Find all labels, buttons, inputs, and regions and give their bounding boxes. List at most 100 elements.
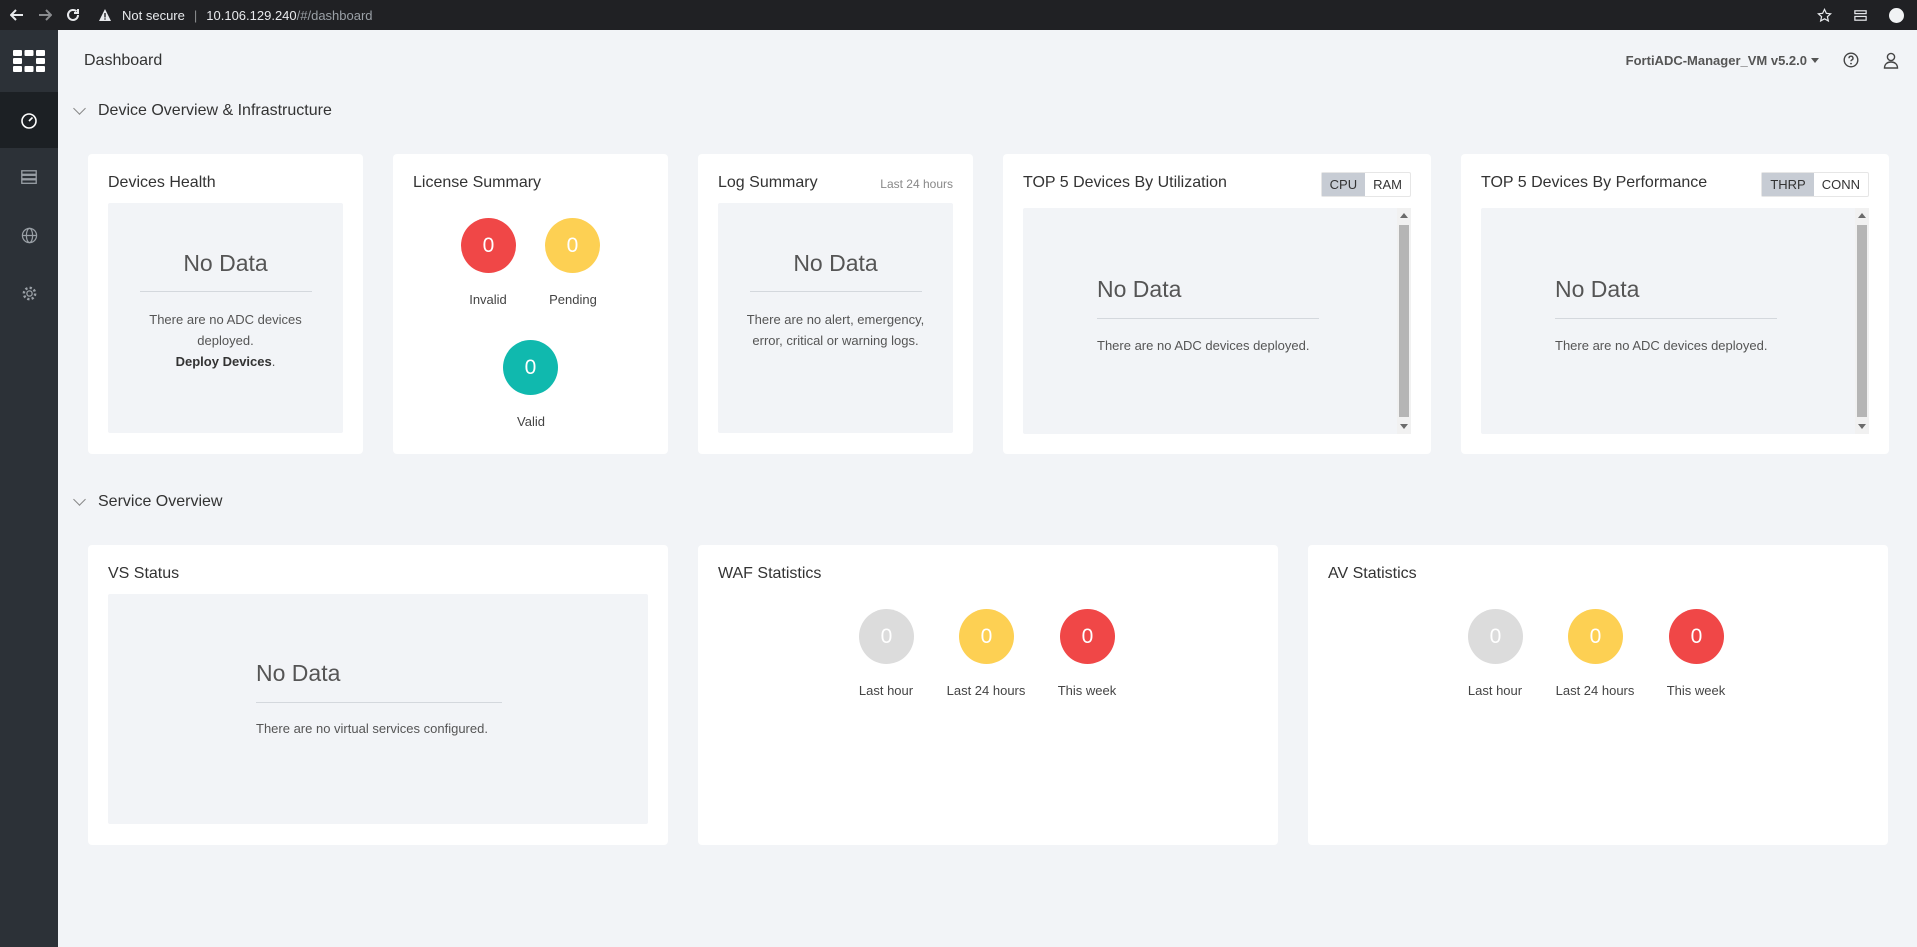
log-summary-card: Log Summary Last 24 hours No Data There … — [698, 154, 973, 454]
nodata-message: There are no ADC devices deployed. — [1555, 338, 1768, 353]
thrp-option[interactable]: THRP — [1762, 173, 1814, 196]
scrollbar[interactable] — [1397, 208, 1411, 434]
section-service-overview[interactable]: Service Overview — [73, 493, 223, 511]
cpu-ram-toggle: CPU RAM — [1320, 172, 1411, 197]
user-icon[interactable] — [1881, 50, 1901, 70]
nodata-message: There are no ADC devices deployed. Deplo… — [128, 309, 323, 372]
nodata-heading: No Data — [793, 250, 878, 276]
globe-icon — [21, 227, 37, 243]
url-path: /#/dashboard — [296, 7, 373, 23]
bookmark-star-icon[interactable] — [1813, 4, 1835, 26]
nodata-heading: No Data — [1555, 276, 1640, 302]
scroll-up-icon[interactable] — [1400, 213, 1408, 218]
reload-icon[interactable] — [62, 4, 84, 26]
page-title: Dashboard — [84, 52, 163, 69]
divider — [256, 702, 502, 703]
nodata-panel: No Data There are no ADC devices deploye… — [1481, 208, 1869, 434]
extension-icon[interactable] — [1849, 4, 1871, 26]
security-status: Not secure — [122, 7, 185, 23]
section-device-overview[interactable]: Device Overview & Infrastructure — [73, 102, 332, 120]
ram-option[interactable]: RAM — [1365, 173, 1410, 196]
address-bar[interactable]: Not secure | 10.106.129.240 /#/dashboard — [98, 4, 373, 26]
av-last-24h-circle[interactable]: 0 — [1568, 609, 1623, 664]
waf-this-week-circle[interactable]: 0 — [1060, 609, 1115, 664]
chevron-down-icon — [73, 102, 86, 115]
card-title: Log Summary — [718, 174, 818, 191]
address-separator: | — [193, 7, 198, 23]
devices-icon — [21, 170, 37, 184]
valid-count-circle[interactable]: 0 — [503, 340, 558, 395]
av-this-week-circle[interactable]: 0 — [1669, 609, 1724, 664]
waf-this-week-label: This week — [1057, 683, 1117, 698]
invalid-count-circle[interactable]: 0 — [461, 218, 516, 273]
top5-performance-card: TOP 5 Devices By Performance THRP CONN N… — [1461, 154, 1889, 454]
dashboard-icon — [21, 113, 37, 129]
chevron-down-icon — [1811, 58, 1819, 63]
av-last-hour-circle[interactable]: 0 — [1468, 609, 1523, 664]
left-nav-rail — [0, 30, 58, 947]
scroll-up-icon[interactable] — [1858, 213, 1866, 218]
nodata-heading: No Data — [256, 660, 341, 686]
nav-global[interactable] — [0, 207, 58, 263]
card-title: AV Statistics — [1328, 565, 1417, 582]
message-text: There are no ADC devices deployed. — [149, 312, 302, 348]
card-title: TOP 5 Devices By Performance — [1481, 174, 1708, 191]
top5-utilization-card: TOP 5 Devices By Utilization CPU RAM No … — [1003, 154, 1431, 454]
card-title: WAF Statistics — [718, 565, 822, 582]
card-title: Devices Health — [108, 174, 216, 191]
nav-devices[interactable] — [0, 149, 58, 205]
waf-last-hour-circle[interactable]: 0 — [859, 609, 914, 664]
device-selector-label: FortiADC-Manager_VM v5.2.0 — [1625, 53, 1807, 68]
av-statistics-card: AV Statistics 0 Last hour 0 Last 24 hour… — [1308, 545, 1888, 845]
browser-toolbar: Not secure | 10.106.129.240 /#/dashboard — [0, 0, 1917, 30]
forward-icon[interactable] — [34, 4, 56, 26]
cpu-option[interactable]: CPU — [1321, 173, 1366, 196]
scroll-down-icon[interactable] — [1858, 424, 1866, 429]
av-this-week-label: This week — [1666, 683, 1726, 698]
nodata-panel: No Data There are no alert, emergency, e… — [718, 203, 953, 433]
help-icon[interactable] — [1841, 50, 1861, 70]
divider — [750, 291, 922, 292]
scrollbar-thumb[interactable] — [1857, 225, 1867, 417]
nav-settings[interactable] — [0, 265, 58, 321]
url-host: 10.106.129.240 — [206, 7, 297, 23]
nodata-heading: No Data — [183, 250, 268, 276]
section-title: Device Overview & Infrastructure — [98, 102, 332, 119]
nodata-message: There are no ADC devices deployed. — [1097, 338, 1310, 353]
device-selector[interactable]: FortiADC-Manager_VM v5.2.0 — [1626, 53, 1819, 68]
license-summary-card: License Summary 0 Invalid 0 Pending 0 Va… — [393, 154, 668, 454]
card-title: TOP 5 Devices By Utilization — [1023, 174, 1227, 191]
scrollbar-thumb[interactable] — [1399, 225, 1409, 417]
back-icon[interactable] — [6, 4, 28, 26]
pending-count-circle[interactable]: 0 — [545, 218, 600, 273]
divider — [1555, 318, 1777, 319]
time-range-label: Last 24 hours — [880, 177, 953, 191]
scrollbar[interactable] — [1855, 208, 1869, 434]
conn-option[interactable]: CONN — [1814, 173, 1868, 196]
settings-icon — [22, 286, 36, 300]
waf-statistics-card: WAF Statistics 0 Last hour 0 Last 24 hou… — [698, 545, 1278, 845]
fortinet-logo-icon[interactable] — [0, 30, 58, 92]
nodata-message: There are no alert, emergency, error, cr… — [746, 312, 925, 348]
pending-label: Pending — [549, 292, 597, 307]
profile-icon[interactable] — [1885, 4, 1907, 26]
section-title: Service Overview — [98, 493, 223, 510]
nodata-heading: No Data — [1097, 276, 1182, 302]
waf-last-24h-circle[interactable]: 0 — [959, 609, 1014, 664]
card-title: VS Status — [108, 565, 180, 582]
nodata-panel: No Data There are no virtual services co… — [108, 594, 648, 824]
nodata-panel: No Data There are no ADC devices deploye… — [1023, 208, 1411, 434]
warning-icon — [99, 9, 111, 21]
message-suffix: . — [271, 354, 276, 369]
card-title: License Summary — [413, 174, 542, 191]
deploy-devices-link[interactable]: Deploy Devices — [176, 354, 272, 369]
nav-dashboard[interactable] — [0, 92, 58, 148]
divider — [1097, 318, 1319, 319]
nodata-message: There are no virtual services configured… — [256, 721, 488, 736]
divider — [140, 291, 312, 292]
thrp-conn-toggle: THRP CONN — [1761, 172, 1869, 197]
valid-label: Valid — [517, 414, 545, 429]
top-header: Dashboard FortiADC-Manager_VM v5.2.0 — [58, 30, 1917, 92]
scroll-down-icon[interactable] — [1400, 424, 1408, 429]
nodata-panel: No Data There are no ADC devices deploye… — [108, 203, 343, 433]
